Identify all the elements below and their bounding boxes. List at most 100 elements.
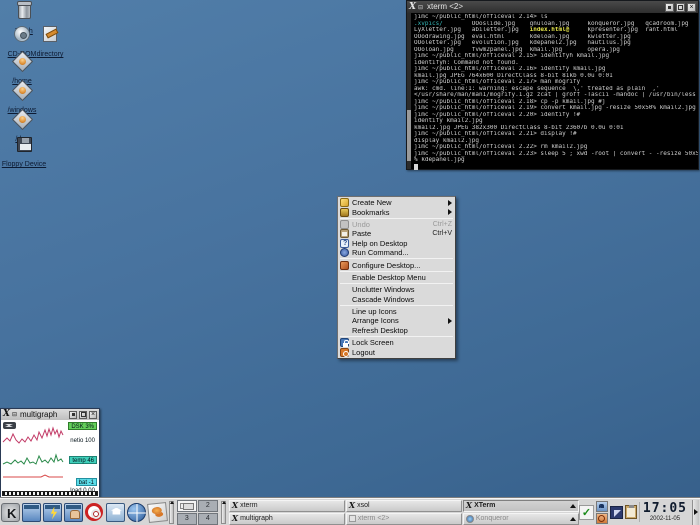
task-multigraph[interactable]: X multigraph <box>229 513 345 525</box>
tick-strip <box>2 491 98 496</box>
floppy-icon <box>17 137 32 152</box>
system-tray: 17:05 2002-11-05 <box>579 500 700 525</box>
task-xterm2-minimized[interactable]: xterm <2> <box>346 513 462 525</box>
x11-logo-icon: X <box>409 3 416 12</box>
konqueror-globe-icon <box>127 503 146 522</box>
kmenu-icon <box>1 503 20 522</box>
lock-icon <box>340 338 349 347</box>
task-xterm-active[interactable]: X XTerm <box>463 500 579 512</box>
cdrom-icon <box>14 26 30 42</box>
close-button[interactable]: × <box>89 411 97 419</box>
applet-handle[interactable] <box>221 501 226 524</box>
window-title: xterm <2> <box>425 3 663 11</box>
menu-separator <box>340 336 453 337</box>
pager-desktop-2[interactable]: 2 <box>198 500 218 512</box>
applet-handle[interactable] <box>169 501 174 524</box>
menu-item-bookmarks[interactable]: Bookmarks <box>338 207 455 216</box>
minimize-button[interactable] <box>69 411 77 419</box>
close-button[interactable]: × <box>687 3 696 12</box>
panel-hide-button[interactable] <box>692 500 699 525</box>
help-lifesaver-icon <box>85 503 103 521</box>
menu-item-cascade-windows[interactable]: Cascade Windows <box>338 295 455 304</box>
x11-logo-icon: X <box>349 501 355 510</box>
logout-icon <box>340 348 349 357</box>
pointer-tray-icon[interactable] <box>610 506 623 519</box>
konsole-icon <box>43 503 62 522</box>
terminal-scrollbar[interactable] <box>407 13 411 169</box>
konqueror-button[interactable] <box>126 501 147 524</box>
run-command-icon <box>340 248 349 257</box>
menu-item-help-on-desktop[interactable]: Help on Desktop <box>338 239 455 248</box>
task-up-arrow-icon <box>570 517 576 521</box>
menu-item-arrange-icons[interactable]: Arrange Icons <box>338 316 455 325</box>
xterm-titlebar[interactable]: X ⊟ xterm <2> × <box>407 1 698 13</box>
menu-separator <box>340 218 453 219</box>
task-konqueror[interactable]: Konqueror <box>463 513 579 525</box>
lock-screen-button[interactable] <box>596 501 608 512</box>
logout-button[interactable] <box>596 513 608 524</box>
maximize-button[interactable] <box>676 3 685 12</box>
file-manager-icon <box>22 503 41 522</box>
pager-desktop-1[interactable] <box>177 500 197 512</box>
menu-item-create-new[interactable]: Create New <box>338 198 455 207</box>
submenu-arrow-icon <box>448 209 452 215</box>
panel-clock[interactable]: 17:05 2002-11-05 <box>639 502 690 522</box>
menu-item-enable-desktop-menu[interactable]: Enable Desktop Menu <box>338 273 455 282</box>
alarm-check-tray-icon[interactable] <box>579 505 594 520</box>
task-xsol[interactable]: X xsol <box>346 500 462 512</box>
configure-icon <box>340 261 349 270</box>
show-desktop-button[interactable] <box>63 501 84 524</box>
readout-battery: bat -1 <box>76 478 97 486</box>
menu-item-unclutter-windows[interactable]: Unclutter Windows <box>338 285 455 294</box>
multigraph-logo-icon <box>3 422 16 429</box>
menu-item-line-up-icons[interactable]: Line up Icons <box>338 307 455 316</box>
konsole-button[interactable] <box>42 501 63 524</box>
menu-item-paste[interactable]: Paste Ctrl+V <box>338 229 455 238</box>
menu-item-refresh-desktop[interactable]: Refresh Desktop <box>338 326 455 335</box>
xterm-window: X ⊟ xterm <2> × jimc ~/public_html/offic… <box>406 0 699 170</box>
readout-temp: temp 46 <box>69 456 97 464</box>
menu-item-run-command[interactable]: Run Command... <box>338 248 455 257</box>
file-manager-button[interactable] <box>21 501 42 524</box>
kmenu-button[interactable] <box>0 501 21 524</box>
x11-logo-icon: X <box>232 501 238 510</box>
submenu-arrow-icon <box>448 318 452 324</box>
pager-desktop-3[interactable]: 3 <box>177 513 197 525</box>
desktop-icon-label: Floppy Device <box>2 161 46 168</box>
taskbar: X xterm X xsol X XTerm X multigraph xter… <box>229 500 579 525</box>
bookmarks-icon <box>340 208 349 217</box>
desktop-pager: 2 3 4 <box>177 500 218 525</box>
home-button[interactable] <box>105 501 126 524</box>
koffice-button[interactable] <box>147 501 168 524</box>
konqueror-task-icon <box>466 515 474 523</box>
readout-netio: netio 100 <box>68 437 97 445</box>
window-menu-icon[interactable]: ⊟ <box>12 411 17 418</box>
klipper-tray-icon[interactable] <box>625 505 637 519</box>
hard-drive-icon <box>11 109 32 130</box>
window-menu-icon[interactable]: ⊟ <box>418 4 423 11</box>
menu-item-configure-desktop[interactable]: Configure Desktop... <box>338 260 455 269</box>
multigraph-titlebar[interactable]: X ⊟ multigraph × <box>1 409 99 420</box>
scrollbar-thumb[interactable] <box>407 110 411 161</box>
submenu-arrow-icon <box>448 200 452 206</box>
task-xterm[interactable]: X xterm <box>229 500 345 512</box>
multigraph-content: DSK 3% netio 100 temp 46 bat -1 load 0.0… <box>1 420 99 497</box>
help-button[interactable] <box>84 501 105 524</box>
lock-logout-applet <box>596 501 608 524</box>
minimized-window-icon <box>349 515 356 522</box>
menu-item-logout[interactable]: Logout <box>338 347 455 356</box>
create-new-icon <box>340 198 349 207</box>
x11-logo-icon: X <box>3 410 10 419</box>
pager-desktop-4[interactable]: 4 <box>198 513 218 525</box>
maximize-button[interactable] <box>79 411 87 419</box>
menu-item-lock-screen[interactable]: Lock Screen <box>338 338 455 347</box>
menu-item-undo: Undo Ctrl+Z <box>338 220 455 229</box>
paste-icon <box>340 229 349 238</box>
terminal-cursor-line <box>414 164 698 171</box>
show-desktop-icon <box>64 503 83 522</box>
minimize-button[interactable] <box>665 3 674 12</box>
desktop-icon-floppy[interactable]: Floppy Device <box>0 137 48 171</box>
window-title: multigraph <box>19 411 67 419</box>
terminal-text: jimc ~/public_html/officeval 2.14> ls .x… <box>414 14 698 170</box>
undo-icon <box>340 220 349 229</box>
